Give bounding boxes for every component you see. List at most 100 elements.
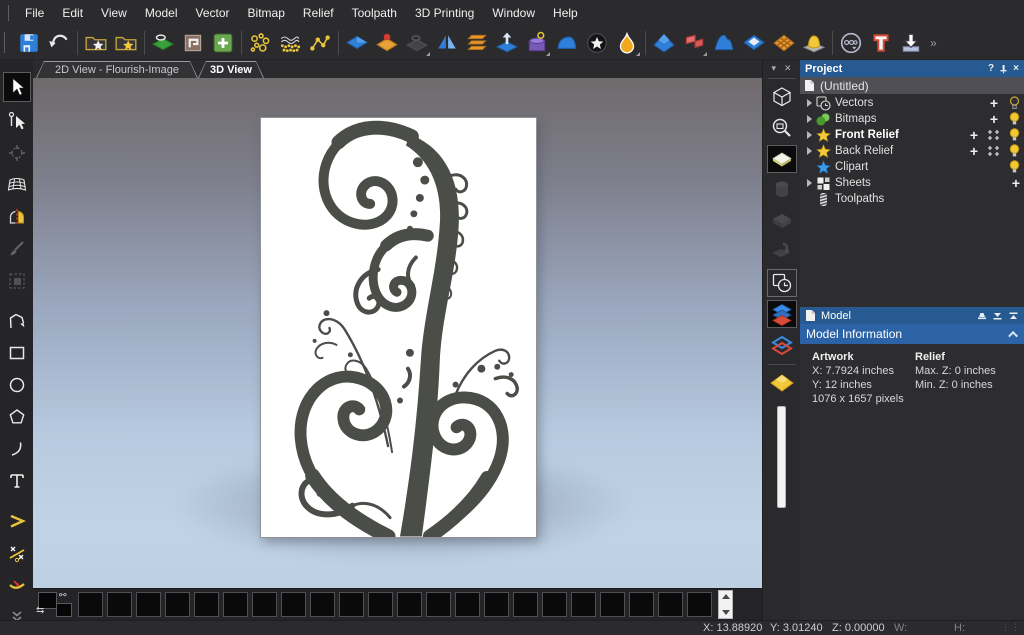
undo-button[interactable] <box>44 28 74 58</box>
expand-arrow-icon[interactable] <box>807 179 812 187</box>
palette-swatch[interactable] <box>658 592 683 617</box>
palette-swatch[interactable] <box>513 592 538 617</box>
pyramid-relief-button[interactable] <box>649 28 679 58</box>
palette-swatch[interactable] <box>629 592 654 617</box>
dock-up-icon[interactable] <box>1008 311 1019 321</box>
node-edit-tool-button[interactable] <box>3 108 31 134</box>
save-button[interactable] <box>14 28 44 58</box>
visibility-bulb-icon[interactable] <box>1009 160 1020 174</box>
plateau-relief-button[interactable] <box>739 28 769 58</box>
block-view-button[interactable] <box>767 207 797 235</box>
relief-point-button[interactable] <box>372 28 402 58</box>
menu-file[interactable]: File <box>16 6 53 20</box>
mound-relief-button[interactable] <box>799 28 829 58</box>
menu-help[interactable]: Help <box>544 6 587 20</box>
star-stencil-button[interactable] <box>582 28 612 58</box>
visibility-bulb-icon[interactable] <box>1009 144 1020 158</box>
raise-layer-button[interactable] <box>492 28 522 58</box>
zoom-slider[interactable] <box>777 406 786 508</box>
resize-grip-icon[interactable]: ⋮⋮ <box>1001 622 1021 633</box>
fold-relief-button[interactable] <box>432 28 462 58</box>
dock-down-icon[interactable] <box>992 311 1003 321</box>
toggle-layers-button[interactable] <box>767 300 797 328</box>
fillet-tool-button[interactable] <box>3 572 31 598</box>
expand-arrow-icon[interactable] <box>807 131 812 139</box>
visibility-bulb-icon[interactable] <box>1009 112 1020 126</box>
primary-secondary-color-selector[interactable]: ⚯ ⇆ <box>36 590 78 620</box>
collapse-chevron-icon[interactable] <box>1008 330 1018 340</box>
palette-swatch[interactable] <box>107 592 132 617</box>
fit-vectors-button[interactable] <box>305 28 335 58</box>
add-bitmap-button[interactable]: + <box>990 114 998 124</box>
paint-tool-button[interactable] <box>3 236 31 262</box>
strip-collapse-icon[interactable]: ▾ <box>771 63 776 74</box>
secondary-color-swatch[interactable] <box>56 603 72 617</box>
strip-close-icon[interactable]: ✕ <box>784 63 792 74</box>
toolbar-overflow-chevron[interactable]: » <box>930 36 935 50</box>
expand-arrow-icon[interactable] <box>807 115 812 123</box>
palette-swatch[interactable] <box>484 592 509 617</box>
model-bar[interactable]: Model <box>800 307 1024 324</box>
swap-colors-icon[interactable]: ⇆ <box>36 605 44 616</box>
tree-item-toolpaths[interactable]: Toolpaths <box>800 191 1024 207</box>
text-tool-button-left[interactable] <box>3 468 31 494</box>
arc-tool-button[interactable] <box>3 436 31 462</box>
scroll-down-arrow-icon[interactable] <box>722 610 730 615</box>
ribbon-relief-button[interactable] <box>679 28 709 58</box>
palette-swatch[interactable] <box>542 592 567 617</box>
toolbar-gripper-2[interactable] <box>4 32 5 53</box>
tree-item-vectors[interactable]: Vectors + <box>800 95 1024 111</box>
show-relief-button[interactable] <box>767 145 797 173</box>
pour-view-button[interactable] <box>767 238 797 266</box>
3d-viewport[interactable] <box>33 78 762 588</box>
menu-window[interactable]: Window <box>483 6 544 20</box>
menu-vector[interactable]: Vector <box>187 6 239 20</box>
relief-grid-icon[interactable] <box>987 129 1000 141</box>
offset-vector-tool-button[interactable] <box>3 508 31 534</box>
tab-3d-view[interactable]: 3D View <box>198 61 264 78</box>
tree-item-clipart[interactable]: Clipart <box>800 159 1024 175</box>
palette-swatch[interactable] <box>571 592 596 617</box>
trim-vectors-tool-button[interactable] <box>3 540 31 566</box>
palette-swatch[interactable] <box>600 592 625 617</box>
toolbar-gripper[interactable] <box>8 5 9 21</box>
material-button[interactable] <box>148 28 178 58</box>
palette-swatch[interactable] <box>223 592 248 617</box>
close-panel-icon[interactable]: × <box>1013 63 1019 74</box>
menu-3d-printing[interactable]: 3D Printing <box>406 6 483 20</box>
cylinder-view-button[interactable] <box>767 176 797 204</box>
stamp-button[interactable] <box>522 28 552 58</box>
zoom-box-button[interactable] <box>767 114 797 142</box>
scroll-up-arrow-icon[interactable] <box>722 594 730 599</box>
palette-swatch[interactable] <box>368 592 393 617</box>
tree-item-back-relief[interactable]: Back Relief + <box>800 143 1024 159</box>
add-relief-layer-button[interactable]: + <box>970 130 978 140</box>
droplet-button[interactable] <box>612 28 642 58</box>
rectangle-tool-button[interactable] <box>3 340 31 366</box>
menu-view[interactable]: View <box>92 6 136 20</box>
palette-swatch[interactable] <box>339 592 364 617</box>
expand-arrow-icon[interactable] <box>807 99 812 107</box>
new-model-button[interactable] <box>208 28 238 58</box>
drape-relief-button[interactable] <box>709 28 739 58</box>
add-relief-layer-button[interactable]: + <box>970 146 978 156</box>
preview-options-button[interactable] <box>836 28 866 58</box>
tree-item-sheets[interactable]: Sheets + <box>800 175 1024 191</box>
tree-item-front-relief[interactable]: Front Relief + <box>800 127 1024 143</box>
relief-flat-button[interactable] <box>342 28 372 58</box>
point-cloud-button[interactable] <box>245 28 275 58</box>
visibility-bulb-icon[interactable] <box>1009 128 1020 142</box>
palette-swatch[interactable] <box>426 592 451 617</box>
palette-swatch[interactable] <box>397 592 422 617</box>
model-information-header[interactable]: Model Information <box>800 324 1024 344</box>
ellipse-tool-button[interactable] <box>3 372 31 398</box>
transform-tool-button[interactable] <box>3 140 31 166</box>
project-root-row[interactable]: (Untitled) <box>800 77 1024 94</box>
palette-swatch[interactable] <box>136 592 161 617</box>
palette-swatch[interactable] <box>687 592 712 617</box>
palette-scrollbar[interactable] <box>718 590 733 619</box>
palette-swatch[interactable] <box>252 592 277 617</box>
palette-swatch[interactable] <box>281 592 306 617</box>
add-vectors-button[interactable]: + <box>990 98 998 108</box>
visibility-bulb-icon[interactable] <box>1009 96 1020 110</box>
